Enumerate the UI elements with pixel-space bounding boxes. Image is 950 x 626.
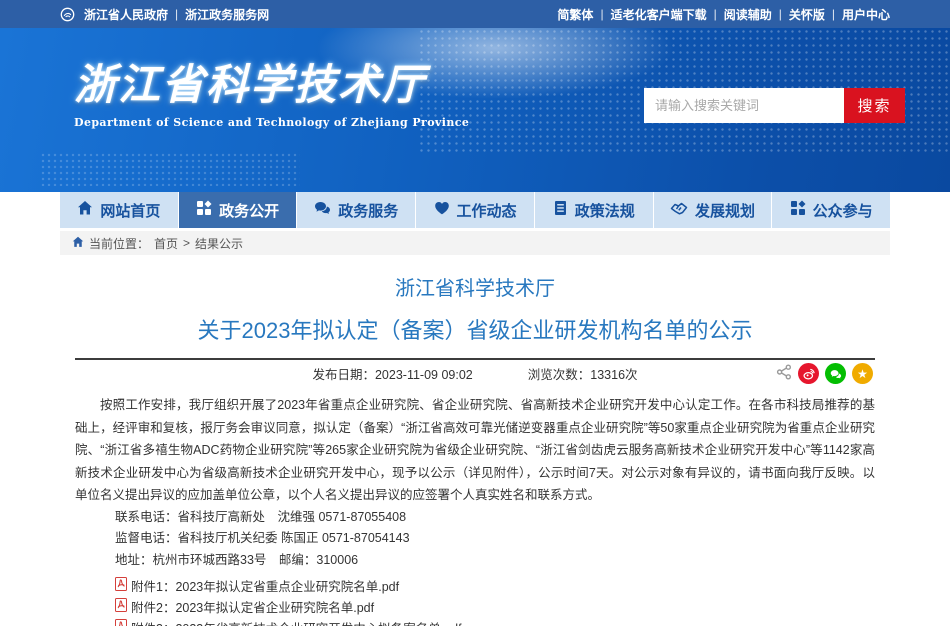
- link-reading-assist[interactable]: 阅读辅助: [724, 6, 772, 23]
- link-zhejiang-service[interactable]: 浙江政务服务网: [185, 6, 269, 23]
- article-container: 浙江省科学技术厅 关于2023年拟认定（备案）省级企业研发机构名单的公示 发布日…: [60, 272, 890, 626]
- nav-item-label: 政策法规: [575, 200, 635, 221]
- search-button[interactable]: 搜索: [844, 88, 905, 123]
- view-count: 浏览次数：13316次: [528, 364, 638, 383]
- article-meta: 发布日期：2023-11-09 09:02 浏览次数：13316次 ★: [75, 360, 875, 387]
- wechat-icon[interactable]: [825, 363, 846, 384]
- breadcrumb-label: 当前位置：: [89, 235, 149, 252]
- attachment-list: 附件1：2023年拟认定省重点企业研究院名单.pdf 附件2：2023年拟认定省…: [75, 577, 875, 626]
- nav-item-label: 政务公开: [219, 200, 279, 221]
- separator: |: [714, 7, 717, 21]
- nav-item-news[interactable]: 工作动态: [416, 192, 535, 228]
- home-icon: [77, 200, 93, 220]
- main-nav: 网站首页 政务公开 政务服务 工作动态 政策法规 发展规划 公众参与: [60, 192, 890, 228]
- nav-item-label: 发展规划: [695, 200, 755, 221]
- top-utility-bar: 浙江省人民政府 | 浙江政务服务网 简繁体 | 适老化客户端下载 | 阅读辅助 …: [0, 0, 950, 28]
- publish-date-value: 2023-11-09 09:02: [375, 368, 473, 382]
- search-box: 搜索: [644, 88, 905, 123]
- attachment-text: 附件3：2023年省高新技术企业研究开发中心拟备案名单.pdf: [131, 619, 462, 626]
- weibo-icon[interactable]: [798, 363, 819, 384]
- gov-links-group: 浙江省人民政府 | 浙江政务服务网: [60, 6, 269, 23]
- document-icon: [553, 200, 568, 220]
- separator: |: [832, 7, 835, 21]
- publish-date-label: 发布日期：: [312, 368, 375, 382]
- participation-icon: [790, 200, 806, 220]
- breadcrumb-link-home[interactable]: 首页: [154, 235, 178, 252]
- service-chat-icon: [314, 200, 331, 220]
- nav-item-participation[interactable]: 公众参与: [772, 192, 890, 228]
- attachment-link-2[interactable]: 附件2：2023年拟认定省企业研究院名单.pdf: [75, 598, 875, 619]
- article-organization: 浙江省科学技术厅: [75, 272, 875, 301]
- dots-decoration: [40, 152, 300, 186]
- link-simplified-traditional[interactable]: 简繁体: [557, 6, 593, 23]
- favorite-star-icon[interactable]: ★: [852, 363, 873, 384]
- nav-item-open-gov[interactable]: 政务公开: [179, 188, 298, 228]
- separator: |: [779, 7, 782, 21]
- handshake-icon: [670, 200, 688, 220]
- attachment-link-1[interactable]: 附件1：2023年拟认定省重点企业研究院名单.pdf: [75, 577, 875, 598]
- attachment-link-3[interactable]: 附件3：2023年省高新技术企业研究开发中心拟备案名单.pdf: [75, 619, 875, 626]
- pdf-icon: [115, 619, 127, 626]
- address-line: 地址：杭州市环城西路33号 邮编：310006: [75, 550, 875, 572]
- attachment-text: 附件2：2023年拟认定省企业研究院名单.pdf: [131, 598, 374, 619]
- zhejiang-gov-emblem-icon: [60, 7, 75, 22]
- nav-item-label: 公众参与: [813, 200, 873, 221]
- breadcrumb-separator: >: [183, 236, 190, 250]
- breadcrumb-current: 结果公示: [195, 235, 243, 252]
- link-zhejiang-gov[interactable]: 浙江省人民政府: [84, 6, 168, 23]
- publish-date: 发布日期：2023-11-09 09:02: [312, 364, 472, 383]
- view-count-value: 13316次: [590, 368, 637, 382]
- site-banner: 浙江省科学技术厅 Department of Science and Techn…: [0, 28, 950, 192]
- contact-block: 联系电话：省科技厅高新处 沈维强 0571-87055408 监督电话：省科技厅…: [75, 507, 875, 572]
- link-user-center[interactable]: 用户中心: [842, 6, 890, 23]
- contact-phone-line: 联系电话：省科技厅高新处 沈维强 0571-87055408: [75, 507, 875, 529]
- attachment-text: 附件1：2023年拟认定省重点企业研究院名单.pdf: [131, 577, 399, 598]
- open-gov-icon: [196, 200, 212, 220]
- utility-links-group: 简繁体 | 适老化客户端下载 | 阅读辅助 | 关怀版 | 用户中心: [557, 6, 890, 23]
- nav-item-policies[interactable]: 政策法规: [535, 192, 654, 228]
- separator: |: [600, 7, 603, 21]
- search-input[interactable]: [644, 88, 844, 123]
- nav-item-label: 政务服务: [338, 200, 398, 221]
- breadcrumb-home-icon: [72, 236, 84, 251]
- site-title-english: Department of Science and Technology of …: [74, 116, 469, 129]
- nav-item-label: 网站首页: [100, 200, 160, 221]
- nav-item-services[interactable]: 政务服务: [297, 192, 416, 228]
- nav-item-label: 工作动态: [457, 200, 517, 221]
- page-title: 关于2023年拟认定（备案）省级企业研发机构名单的公示: [75, 313, 875, 345]
- separator: |: [175, 7, 178, 21]
- breadcrumb: 当前位置： 首页 > 结果公示: [60, 231, 890, 255]
- site-logo[interactable]: 浙江省科学技术厅 Department of Science and Techn…: [74, 62, 469, 129]
- supervision-phone-line: 监督电话：省科技厅机关纪委 陈国正 0571-87054143: [75, 528, 875, 550]
- nav-item-planning[interactable]: 发展规划: [654, 192, 773, 228]
- nav-item-home[interactable]: 网站首页: [60, 192, 179, 228]
- pdf-icon: [115, 577, 127, 598]
- pdf-icon: [115, 598, 127, 619]
- site-title: 浙江省科学技术厅: [74, 62, 469, 108]
- article-body: 按照工作安排，我厅组织开展了2023年省重点企业研究院、省企业研究院、省高新技术…: [75, 394, 875, 507]
- view-count-label: 浏览次数：: [528, 368, 591, 382]
- share-icon[interactable]: [776, 364, 792, 383]
- link-care-version[interactable]: 关怀版: [789, 6, 825, 23]
- share-bar: ★: [776, 363, 873, 384]
- heart-icon: [434, 200, 450, 220]
- link-elderly-client-download[interactable]: 适老化客户端下载: [611, 6, 707, 23]
